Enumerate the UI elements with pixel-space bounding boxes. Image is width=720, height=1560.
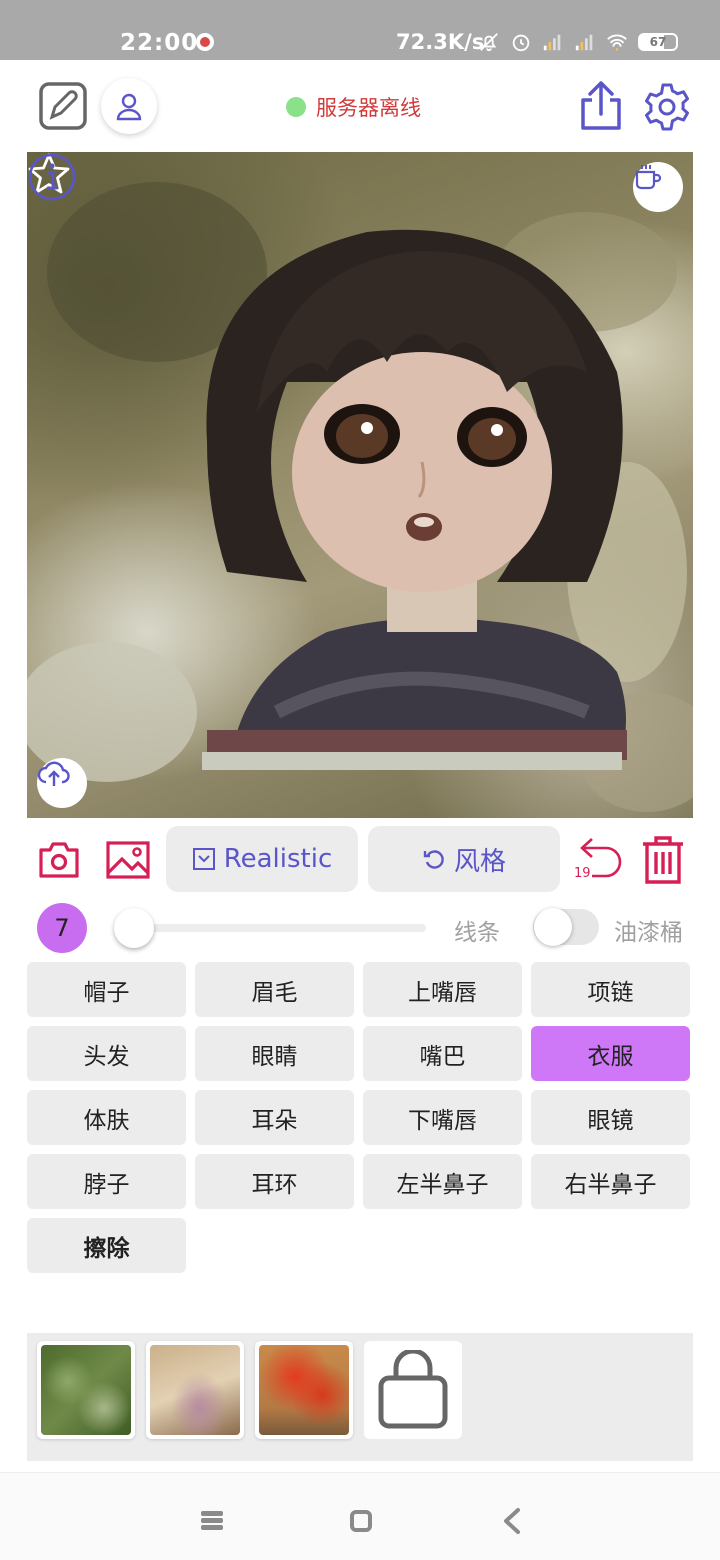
part-button[interactable]: 眉毛 <box>195 962 354 1017</box>
user-button[interactable] <box>101 78 157 134</box>
undo-count: 19 <box>574 866 591 881</box>
store-button[interactable] <box>364 1341 462 1439</box>
part-button[interactable]: 耳环 <box>195 1154 354 1209</box>
line-mode-label[interactable]: 线条 <box>454 913 500 947</box>
shopping-bag-icon <box>378 1350 448 1429</box>
server-status: 服务器离线 <box>286 92 421 122</box>
part-button[interactable]: 眼镜 <box>531 1090 690 1145</box>
gallery-image-icon[interactable] <box>105 840 151 880</box>
style-refresh-label: 风格 <box>453 846 506 877</box>
part-button[interactable]: 右半鼻子 <box>531 1154 690 1209</box>
swatch-image <box>259 1345 349 1435</box>
recents-menu-icon[interactable] <box>200 1509 224 1531</box>
toggle-knob[interactable] <box>534 908 572 946</box>
trash-icon[interactable] <box>640 834 686 886</box>
status-icons: 67 <box>478 31 678 53</box>
coffee-cup-icon <box>635 165 662 190</box>
style-model-button[interactable]: Realistic <box>166 826 358 892</box>
part-button[interactable]: 头发 <box>27 1026 186 1081</box>
screen-record-icon <box>196 33 214 51</box>
brush-size-slider[interactable] <box>114 924 426 932</box>
share-icon[interactable] <box>578 80 624 132</box>
home-square-icon[interactable] <box>349 1509 373 1533</box>
part-button[interactable]: 帽子 <box>27 962 186 1017</box>
texture-swatch-pink[interactable] <box>146 1341 244 1439</box>
mute-bell-icon <box>480 33 498 52</box>
part-button[interactable]: 上嘴唇 <box>363 962 522 1017</box>
settings-gear-icon[interactable] <box>642 82 692 132</box>
top-bar: 服务器离线 <box>0 60 720 152</box>
texture-palette <box>27 1333 693 1461</box>
info-icon[interactable] <box>27 152 77 202</box>
rotate-icon <box>423 850 444 869</box>
status-time: 22:00 <box>120 30 199 56</box>
part-button[interactable]: 嘴巴 <box>363 1026 522 1081</box>
doll-portrait-image <box>27 182 693 812</box>
part-button-selected[interactable]: 衣服 <box>531 1026 690 1081</box>
texture-swatch-red[interactable] <box>255 1341 353 1439</box>
server-status-text: 服务器离线 <box>316 96 421 120</box>
alarm-icon <box>512 34 530 52</box>
status-dot <box>286 97 306 117</box>
swatch-image <box>41 1345 131 1435</box>
system-nav-bar <box>0 1472 720 1560</box>
dropdown-box-icon <box>192 848 215 870</box>
camera-icon[interactable] <box>38 840 80 880</box>
status-bar: 22:00 72.3K/s 67 <box>0 0 720 60</box>
part-button[interactable]: 耳朵 <box>195 1090 354 1145</box>
part-button[interactable]: 下嘴唇 <box>363 1090 522 1145</box>
part-button[interactable]: 眼睛 <box>195 1026 354 1081</box>
erase-button[interactable]: 擦除 <box>27 1218 186 1273</box>
user-icon <box>116 93 142 121</box>
brush-row: 7 线条 油漆桶 <box>0 900 720 956</box>
bucket-mode-label[interactable]: 油漆桶 <box>614 913 683 947</box>
wifi-icon <box>607 34 627 51</box>
signal-1-icon <box>543 34 561 51</box>
part-selector-grid: 帽子 眉毛 上嘴唇 项链 头发 眼睛 嘴巴 衣服 体肤 耳朵 下嘴唇 眼镜 脖子… <box>27 962 693 1273</box>
signal-2-icon <box>575 34 593 51</box>
part-button[interactable]: 左半鼻子 <box>363 1154 522 1209</box>
part-button[interactable]: 项链 <box>531 962 690 1017</box>
tool-row: Realistic 风格 19 <box>0 826 720 892</box>
part-button[interactable]: 体肤 <box>27 1090 186 1145</box>
network-speed: 72.3K/s <box>396 30 485 54</box>
edit-icon[interactable] <box>38 81 88 131</box>
battery-indicator: 67 <box>638 33 678 51</box>
drawing-canvas[interactable] <box>27 152 693 818</box>
swatch-image <box>150 1345 240 1435</box>
cloud-upload-button[interactable] <box>37 758 87 808</box>
coffee-cup-button[interactable] <box>633 162 683 212</box>
cloud-upload-icon <box>37 761 70 786</box>
style-model-label: Realistic <box>223 844 333 874</box>
part-button[interactable]: 脖子 <box>27 1154 186 1209</box>
slider-thumb[interactable] <box>114 908 154 948</box>
texture-swatch-green[interactable] <box>37 1341 135 1439</box>
style-refresh-button[interactable]: 风格 <box>368 826 560 892</box>
brush-size-badge: 7 <box>37 903 87 953</box>
back-chevron-icon[interactable] <box>500 1507 524 1535</box>
